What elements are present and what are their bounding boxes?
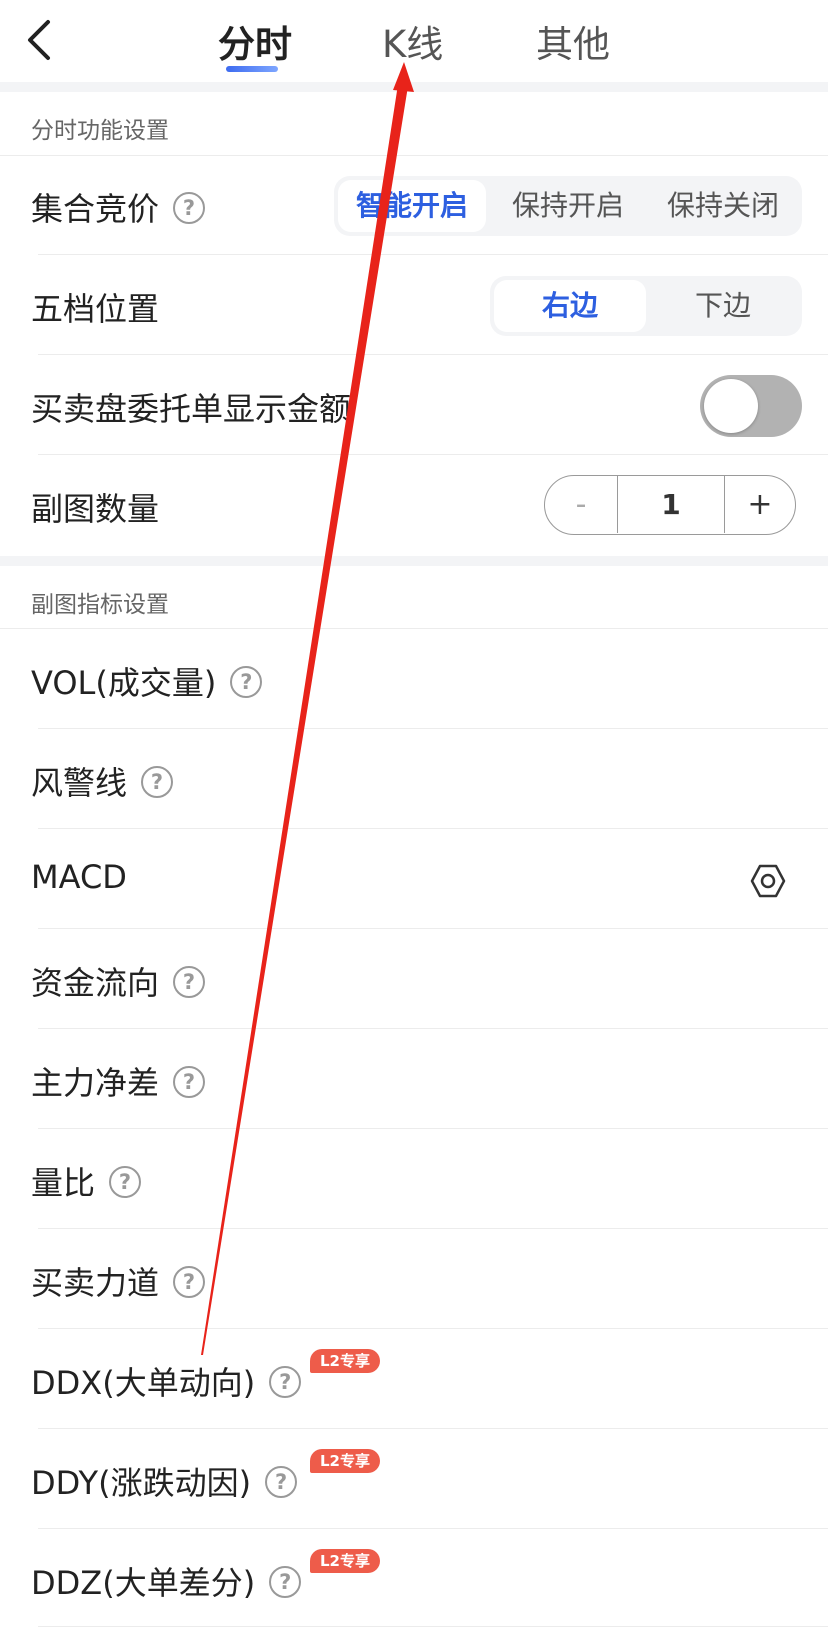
indicator-row-fund-flow[interactable]: 资金流向? [31,958,206,1004]
section-gap [0,82,828,92]
auction-label: 集合竞价 [31,190,160,228]
divider [0,628,828,629]
help-icon[interactable]: ? [173,192,206,224]
auction-option-keep-on[interactable]: 保持开启 [494,180,642,232]
l2-exclusive-badge: L2专享 [310,1449,380,1473]
indicator-label: DDY(涨跌动因) [31,1464,252,1502]
indicator-label: VOL(成交量) [31,664,217,702]
level5-position-label: 五档位置 [31,290,160,328]
sub-chart-count-label: 副图数量 [31,490,160,528]
divider [38,1328,828,1329]
divider [38,254,828,255]
indicator-row-wind-warning[interactable]: 风警线? [31,758,174,804]
help-icon[interactable]: ? [230,666,263,698]
active-tab-indicator [226,66,278,72]
indicator-row-buy-sell-force[interactable]: 买卖力道? [31,1258,206,1304]
indicator-label: 资金流向 [31,964,160,1002]
help-icon[interactable]: ? [265,1466,298,1498]
indicator-label: 量比 [31,1164,96,1202]
divider [38,1128,828,1129]
level5-option-right[interactable]: 右边 [494,280,646,332]
stepper-value: 1 [617,476,725,533]
divider [38,1626,828,1627]
tab-fenshi[interactable]: 分时 [218,14,292,68]
indicator-row-main-net[interactable]: 主力净差? [31,1058,206,1104]
help-icon[interactable]: ? [173,1266,206,1298]
show-amount-toggle[interactable] [700,375,802,437]
auction-option-keep-off[interactable]: 保持关闭 [648,180,798,232]
tab-other[interactable]: 其他 [536,14,610,68]
divider [38,354,828,355]
divider [38,454,828,455]
indicator-row-volume-ratio[interactable]: 量比? [31,1158,142,1204]
section-title-timeshare: 分时功能设置 [31,118,169,144]
indicator-row-macd[interactable]: MACD [31,858,127,896]
l2-exclusive-badge: L2专享 [310,1349,380,1373]
toggle-knob [704,379,758,433]
show-amount-label: 买卖盘委托单显示金额 [31,390,352,428]
help-icon[interactable]: ? [269,1366,302,1398]
level5-segmented-control: 右边 下边 [490,276,802,336]
divider [38,1428,828,1429]
auction-segmented-control: 智能开启 保持开启 保持关闭 [334,176,802,236]
l2-exclusive-badge: L2专享 [310,1549,380,1573]
help-icon[interactable]: ? [141,766,174,798]
divider [0,155,828,156]
top-bar: 分时 K线 其他 [0,0,828,82]
auction-row: 集合竞价? [31,184,206,230]
help-icon[interactable]: ? [173,966,206,998]
section-title-indicators: 副图指标设置 [31,592,169,618]
divider [38,728,828,729]
indicator-row-ddx[interactable]: DDX(大单动向)? [31,1358,302,1404]
stepper-minus-button[interactable]: - [545,476,617,533]
help-icon[interactable]: ? [109,1166,142,1198]
indicator-label: DDZ(大单差分) [31,1564,256,1602]
indicator-label: MACD [31,858,127,896]
indicator-label: 买卖力道 [31,1264,160,1302]
help-icon[interactable]: ? [269,1566,302,1598]
divider [38,1228,828,1229]
divider [38,828,828,829]
divider [38,928,828,929]
sub-chart-count-stepper: - 1 + [544,475,796,535]
indicator-row-vol[interactable]: VOL(成交量)? [31,658,263,704]
divider [38,1028,828,1029]
section-gap [0,556,828,566]
settings-hexagon-icon[interactable] [750,863,786,899]
indicator-row-ddz[interactable]: DDZ(大单差分)? [31,1558,302,1604]
help-icon[interactable]: ? [173,1066,206,1098]
divider [38,1528,828,1529]
indicator-label: DDX(大单动向) [31,1364,256,1402]
indicator-label: 主力净差 [31,1064,160,1102]
stepper-plus-button[interactable]: + [725,476,795,533]
tab-kline[interactable]: K线 [382,14,443,68]
back-chevron-icon[interactable] [22,18,62,62]
level5-option-bottom[interactable]: 下边 [648,280,798,332]
indicator-row-ddy[interactable]: DDY(涨跌动因)? [31,1458,298,1504]
indicator-label: 风警线 [31,764,128,802]
auction-option-smart-on[interactable]: 智能开启 [338,180,486,232]
